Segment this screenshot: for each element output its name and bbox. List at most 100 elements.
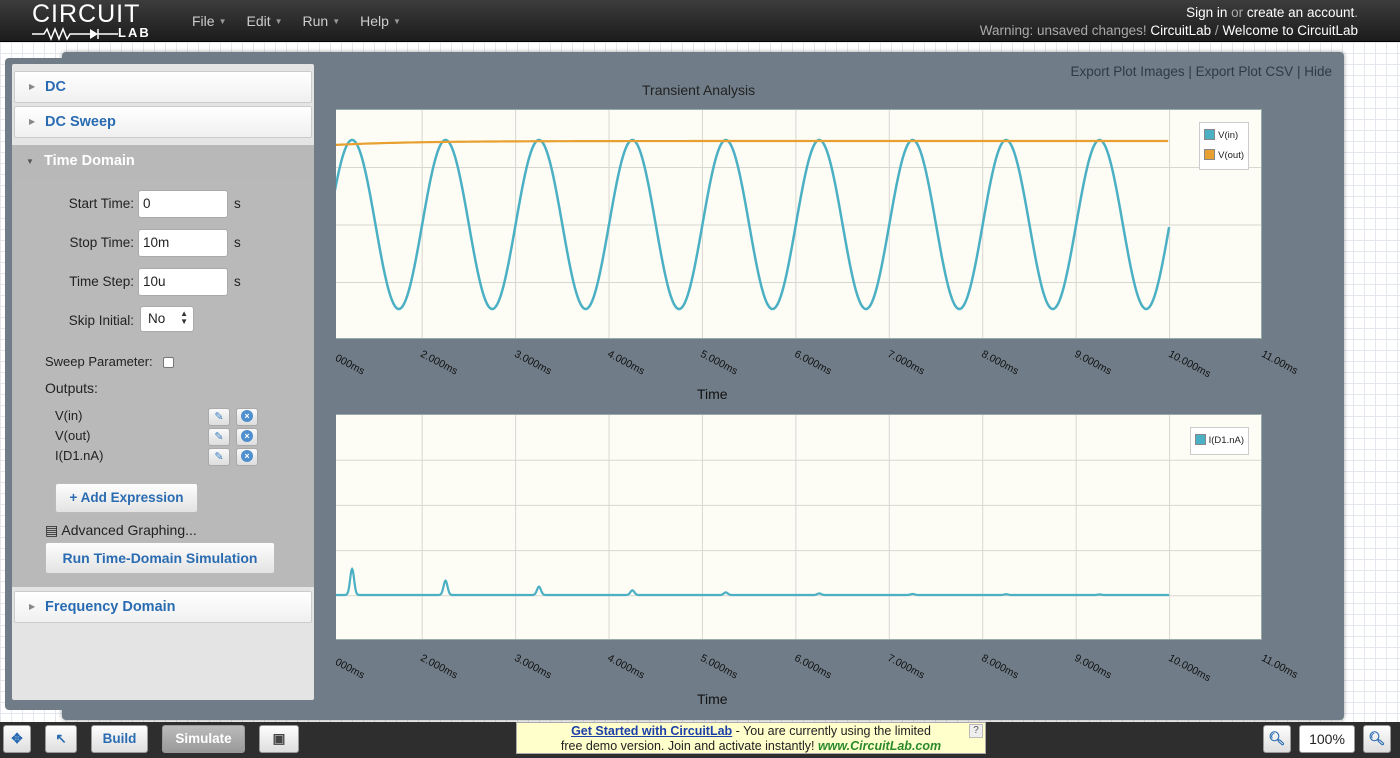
simulate-button[interactable]: Simulate	[162, 725, 245, 753]
x-tick-label: 7.000ms	[885, 652, 927, 682]
arrow-pointer-icon: ↖	[55, 731, 67, 746]
edit-output-vout-button[interactable]: ✎	[208, 428, 230, 446]
stop-time-unit: s	[234, 235, 241, 250]
plot-title: Transient Analysis	[642, 82, 756, 98]
menu-edit[interactable]: Edit ▼	[246, 13, 282, 29]
vout-swatch	[1204, 149, 1216, 160]
breadcrumb-title[interactable]: Welcome to CircuitLab	[1222, 23, 1358, 38]
banner-title-link[interactable]: Get Started with CircuitLab	[571, 724, 732, 738]
edit-output-id1-button[interactable]: ✎	[208, 448, 230, 466]
close-icon: ×	[241, 410, 253, 422]
account-area: Sign in or create an account. Warning: u…	[980, 4, 1358, 40]
remove-output-vout-button[interactable]: ×	[236, 428, 258, 446]
accordion-frequency-domain[interactable]: ▶ Frequency Domain	[14, 591, 312, 623]
menu-edit-label: Edit	[246, 13, 271, 29]
menu-run[interactable]: Run ▼	[303, 13, 341, 29]
banner-text-2: free demo version. Join and activate ins…	[560, 739, 815, 753]
id-swatch	[1194, 434, 1206, 445]
menu-file[interactable]: File ▼	[192, 13, 226, 29]
run-simulation-label: Run Time-Domain Simulation	[62, 550, 258, 566]
edit-output-vin-button[interactable]: ✎	[208, 408, 230, 426]
or-text: or	[1231, 5, 1244, 20]
time-step-input[interactable]: 10u	[138, 268, 228, 296]
zoom-in-button[interactable]: 🔍︎	[1363, 725, 1391, 753]
accordion-time-domain[interactable]: ▼ Time Domain	[12, 145, 314, 179]
zoom-level[interactable]: 100%	[1299, 725, 1355, 753]
add-expression-button[interactable]: + Add Expression	[55, 483, 198, 513]
chevron-right-icon: ▶	[29, 602, 36, 611]
current-plot[interactable]: I(D1.nA)	[317, 414, 1262, 640]
help-icon[interactable]: ?	[969, 724, 983, 738]
menu-run-label: Run	[302, 13, 329, 29]
current-plot-svg	[318, 415, 1261, 639]
stop-time-input[interactable]: 10m	[138, 229, 228, 257]
circuitlab-logo[interactable]: CIRCUIT LAB	[32, 0, 149, 41]
output-vout: V(out)	[55, 428, 91, 443]
breadcrumb-owner[interactable]: CircuitLab	[1150, 23, 1211, 38]
export-plot-images-link[interactable]: Export Plot Images	[1071, 64, 1185, 79]
legend-item-vout: V(out)	[1204, 146, 1244, 166]
voltage-plot[interactable]: V(in) V(out)	[317, 109, 1262, 339]
hide-link[interactable]: Hide	[1304, 64, 1332, 79]
select-tool-button[interactable]: ↖	[45, 725, 77, 753]
accordion-time-domain-label: Time Domain	[44, 153, 135, 169]
time-step-label: Time Step:	[69, 274, 134, 289]
start-time-unit: s	[234, 196, 241, 211]
output-vin: V(in)	[55, 408, 83, 423]
chevron-down-icon: ▼	[26, 157, 34, 166]
legend-id-label: I(D1.nA)	[1208, 435, 1244, 446]
build-label: Build	[102, 731, 137, 746]
x-tick-label: 5.000ms	[698, 652, 741, 682]
x-tick-label: 7.000ms	[885, 348, 927, 378]
banner-url-link[interactable]: www.CircuitLab.com	[818, 739, 941, 753]
accordion-dc[interactable]: ▶ DC	[14, 71, 312, 103]
run-simulation-button[interactable]: Run Time-Domain Simulation	[45, 542, 275, 574]
stop-time-label: Stop Time:	[69, 235, 134, 250]
chevron-down-icon: ▼	[392, 17, 401, 26]
sidebar-inner: ▶ DC ▶ DC Sweep ▼ Time Domain Start Time…	[12, 64, 314, 700]
logo-text: CIRCUIT	[32, 0, 141, 28]
sign-in-link[interactable]: Sign in	[1186, 5, 1227, 20]
remove-output-vin-button[interactable]: ×	[236, 408, 258, 426]
zoom-out-button[interactable]: 🔍︎	[1263, 725, 1291, 753]
menu-help[interactable]: Help ▼	[360, 13, 401, 29]
remove-output-id1-button[interactable]: ×	[236, 448, 258, 466]
skip-initial-select[interactable]: No ▲ ▼	[140, 306, 194, 332]
unsaved-warning: Warning: unsaved changes!	[979, 23, 1147, 38]
legend-vin-label: V(in)	[1218, 130, 1239, 141]
export-plot-csv-link[interactable]: Export Plot CSV	[1196, 64, 1294, 79]
x-tick-label: 5.000ms	[698, 348, 741, 378]
image-export-button[interactable]: ▣	[259, 725, 299, 753]
chevron-right-icon: ▶	[29, 117, 36, 126]
menu-file-label: File	[192, 13, 215, 29]
advanced-graphing-link[interactable]: ▤ Advanced Graphing...	[45, 522, 197, 539]
plot-links: Export Plot Images | Export Plot CSV | H…	[1071, 64, 1332, 79]
x-tick-label: 3.000ms	[511, 348, 554, 378]
pencil-icon: ✎	[214, 431, 224, 443]
pencil-icon: ✎	[214, 451, 224, 463]
build-button[interactable]: Build	[91, 725, 148, 753]
x-tick-label: 2.000ms	[418, 652, 460, 682]
analysis-sidebar: ▶ DC ▶ DC Sweep ▼ Time Domain Start Time…	[5, 58, 336, 710]
x-tick-label: 11.00ms	[1259, 348, 1300, 378]
accordion-dc-sweep[interactable]: ▶ DC Sweep	[14, 106, 312, 138]
zoom-in-icon: 🔍︎	[1368, 731, 1386, 746]
accordion-frequency-domain-label: Frequency Domain	[45, 599, 176, 615]
advanced-graphing-label: Advanced Graphing...	[61, 522, 197, 538]
list-icon: ▤	[45, 522, 59, 538]
demo-banner[interactable]: Get Started with CircuitLab - You are cu…	[516, 722, 986, 754]
image-icon: ▣	[272, 731, 286, 746]
pan-tool-button[interactable]: ✥	[3, 725, 31, 753]
x-tick-label: 4.000ms	[605, 652, 647, 682]
sweep-parameter-checkbox[interactable]	[163, 357, 174, 368]
skip-initial-label: Skip Initial:	[68, 313, 134, 328]
logo-lab-text: LAB	[118, 25, 151, 40]
simulate-label: Simulate	[175, 731, 232, 746]
resistor-diode-icon	[32, 27, 118, 41]
plus-icon: +	[69, 490, 78, 505]
select-arrows-icon: ▲ ▼	[180, 309, 188, 326]
x-tick-label: 8.000ms	[979, 652, 1021, 682]
banner-text-1: - You are currently using the limited	[732, 724, 931, 738]
create-account-link[interactable]: create an account	[1247, 5, 1354, 20]
start-time-input[interactable]: 0	[138, 190, 228, 218]
